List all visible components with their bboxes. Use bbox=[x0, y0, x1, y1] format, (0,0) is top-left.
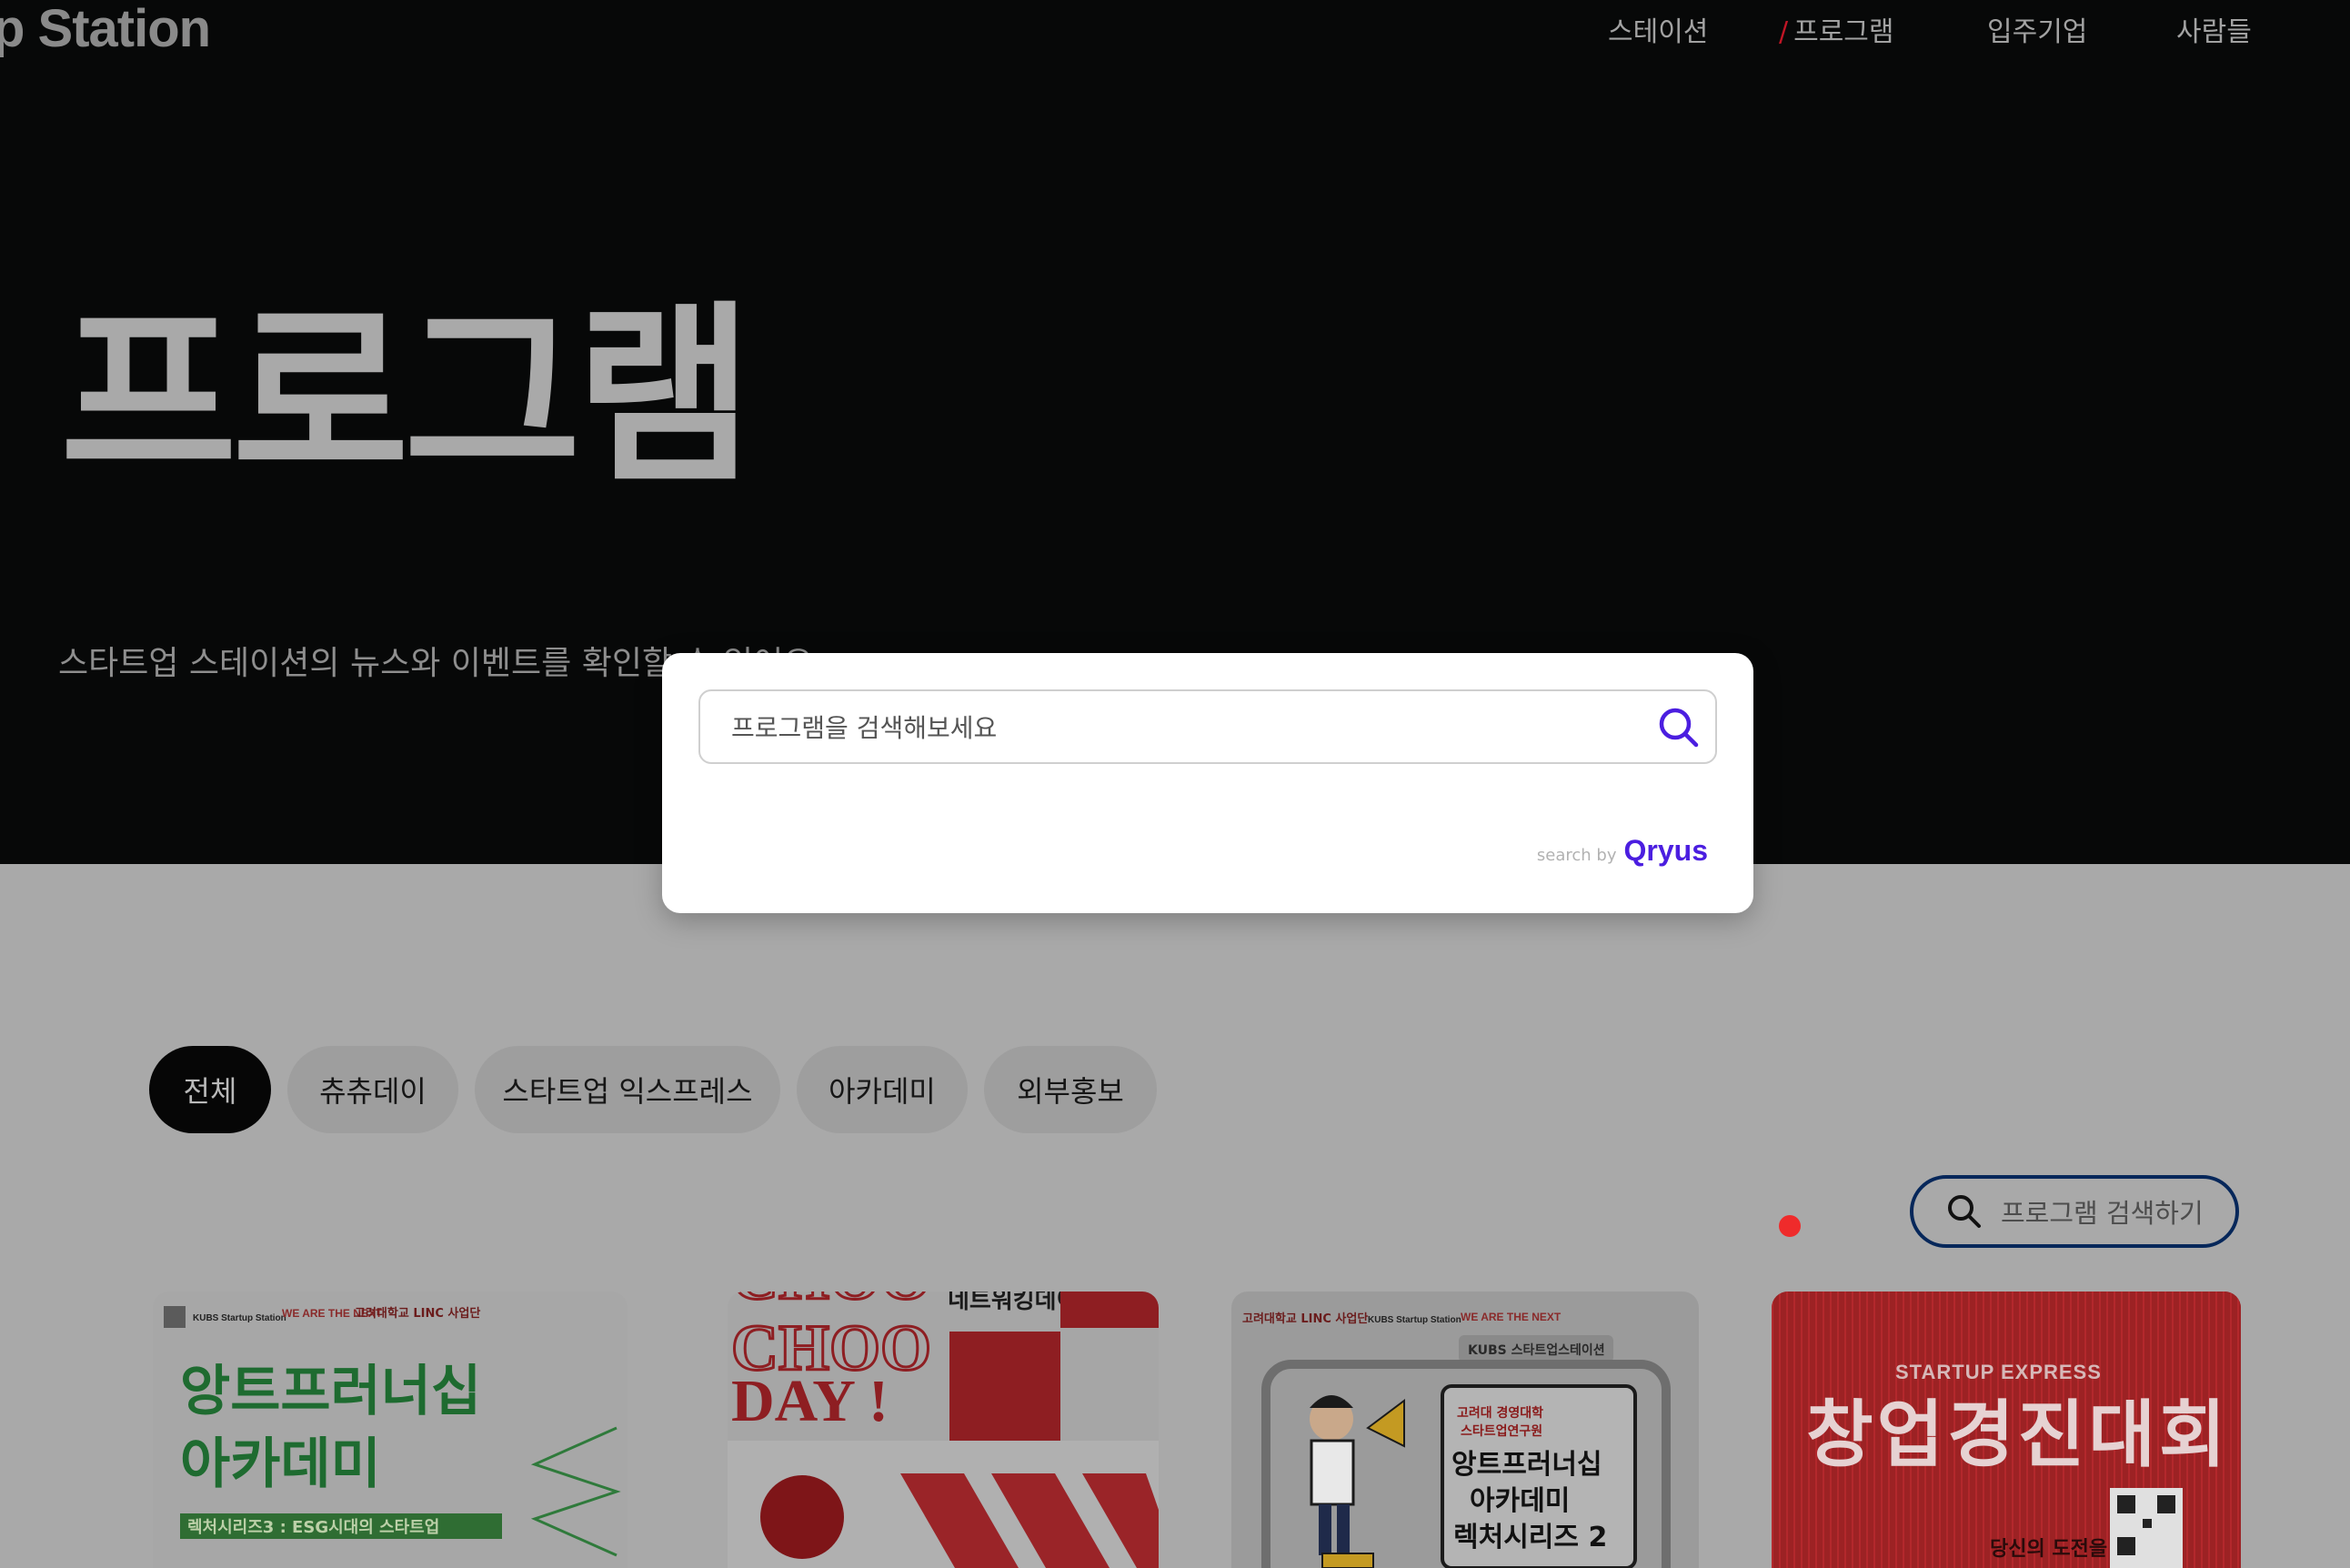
card-poster-startup-express: STARTUP EXPRESS 창업경진대회 당신의 도전을 bbox=[1772, 1292, 2241, 1568]
card4-tagline: 당신의 도전을 bbox=[1990, 1538, 2107, 1561]
program-card[interactable]: 고려대학교 LINC 사업단 KUBS Startup Station WE A… bbox=[1231, 1292, 1699, 1568]
card-poster-academy-3: KUBS Startup Station WE ARE THE NEXT 고려대… bbox=[164, 1306, 621, 1557]
qryus-logo[interactable]: Qryus bbox=[1624, 834, 1708, 868]
card3-headline-3: 렉처시리즈 2 bbox=[1453, 1522, 1607, 1553]
page-title: 프로그램 bbox=[60, 284, 753, 508]
card2-headline-1: CHOO bbox=[731, 1292, 931, 1313]
program-card[interactable]: KUBS Startup Station WE ARE THE NEXT 고려대… bbox=[153, 1292, 628, 1568]
card2-tag: 네트워킹데이 bbox=[948, 1292, 1079, 1314]
filter-chip-startup-express[interactable]: 스타트업 익스프레스 bbox=[475, 1046, 780, 1133]
program-card[interactable]: STARTUP EXPRESS 창업경진대회 당신의 도전을 bbox=[1772, 1292, 2241, 1568]
program-search-pill[interactable]: 프로그램 검색하기 bbox=[1910, 1175, 2239, 1248]
filter-chip-external-promo[interactable]: 외부홍보 bbox=[984, 1046, 1157, 1133]
program-card[interactable]: CHOO CHOO DAY ! 네트워킹데이 bbox=[728, 1292, 1159, 1568]
filter-chip-choochoo-day[interactable]: 츄츄데이 bbox=[287, 1046, 458, 1133]
nav-item-program-label: 프로그램 bbox=[1793, 16, 1894, 48]
search-modal: 프로그램을 검색해보세요 search by Qryus bbox=[662, 653, 1753, 913]
card3-logo-1: 고려대학교 LINC 사업단 bbox=[1242, 1312, 1368, 1326]
card1-logo-1: KUBS Startup Station bbox=[193, 1313, 286, 1323]
powered-by: search by Qryus bbox=[1537, 834, 1708, 868]
active-marker: / bbox=[1779, 16, 1789, 48]
card3-org-2: 스타트업연구원 bbox=[1461, 1424, 1542, 1439]
nav-item-companies[interactable]: 입주기업 bbox=[1987, 9, 2087, 49]
nav-item-station[interactable]: 스테이션 bbox=[1608, 9, 1708, 49]
card2-headline-3: DAY ! bbox=[731, 1368, 889, 1434]
search-submit-icon[interactable] bbox=[1655, 704, 1702, 751]
card1-headline-1: 앙트프러너십 bbox=[180, 1360, 481, 1423]
nav-item-program[interactable]: / 프로그램 bbox=[1779, 9, 1894, 49]
powered-by-label: search by bbox=[1536, 846, 1617, 865]
card1-sub: 렉처시리즈3 : ESG시대의 스타트업 bbox=[187, 1518, 439, 1537]
card1-headline-2: 아카데미 bbox=[180, 1432, 381, 1496]
search-input[interactable]: 프로그램을 검색해보세요 bbox=[698, 689, 1717, 764]
card-poster-choochoo-day: CHOO CHOO DAY ! 네트워킹데이 bbox=[728, 1292, 1159, 1568]
search-icon bbox=[1948, 1195, 1981, 1228]
card3-headline-2: 아카데미 bbox=[1470, 1485, 1570, 1517]
card3-headline-1: 앙트프러너십 bbox=[1451, 1449, 1602, 1481]
card4-headline: 창업경진대회 bbox=[1806, 1392, 2230, 1477]
filter-chip-academy[interactable]: 아카데미 bbox=[797, 1046, 968, 1133]
card3-logo-3: WE ARE THE NEXT bbox=[1461, 1311, 1562, 1323]
nav-item-people[interactable]: 사람들 bbox=[2176, 9, 2252, 49]
main-nav: 스테이션 / 프로그램 입주기업 사람들 bbox=[0, 9, 2350, 64]
filter-chip-all[interactable]: 전체 bbox=[149, 1046, 271, 1133]
program-search-placeholder: 프로그램 검색하기 bbox=[2001, 1198, 2204, 1229]
card3-badge: KUBS 스타트업스테이션 bbox=[1468, 1342, 1605, 1358]
card3-logo-2: KUBS Startup Station bbox=[1368, 1315, 1461, 1325]
card-poster-academy-2: 고려대학교 LINC 사업단 KUBS Startup Station WE A… bbox=[1242, 1311, 1671, 1568]
card3-org-1: 고려대 경영대학 bbox=[1457, 1405, 1543, 1421]
card1-logo-3: 고려대학교 LINC 사업단 bbox=[355, 1306, 480, 1321]
notification-dot bbox=[1779, 1215, 1801, 1237]
card4-kicker: STARTUP EXPRESS bbox=[1895, 1361, 2102, 1383]
search-input-placeholder: 프로그램을 검색해보세요 bbox=[731, 713, 998, 743]
